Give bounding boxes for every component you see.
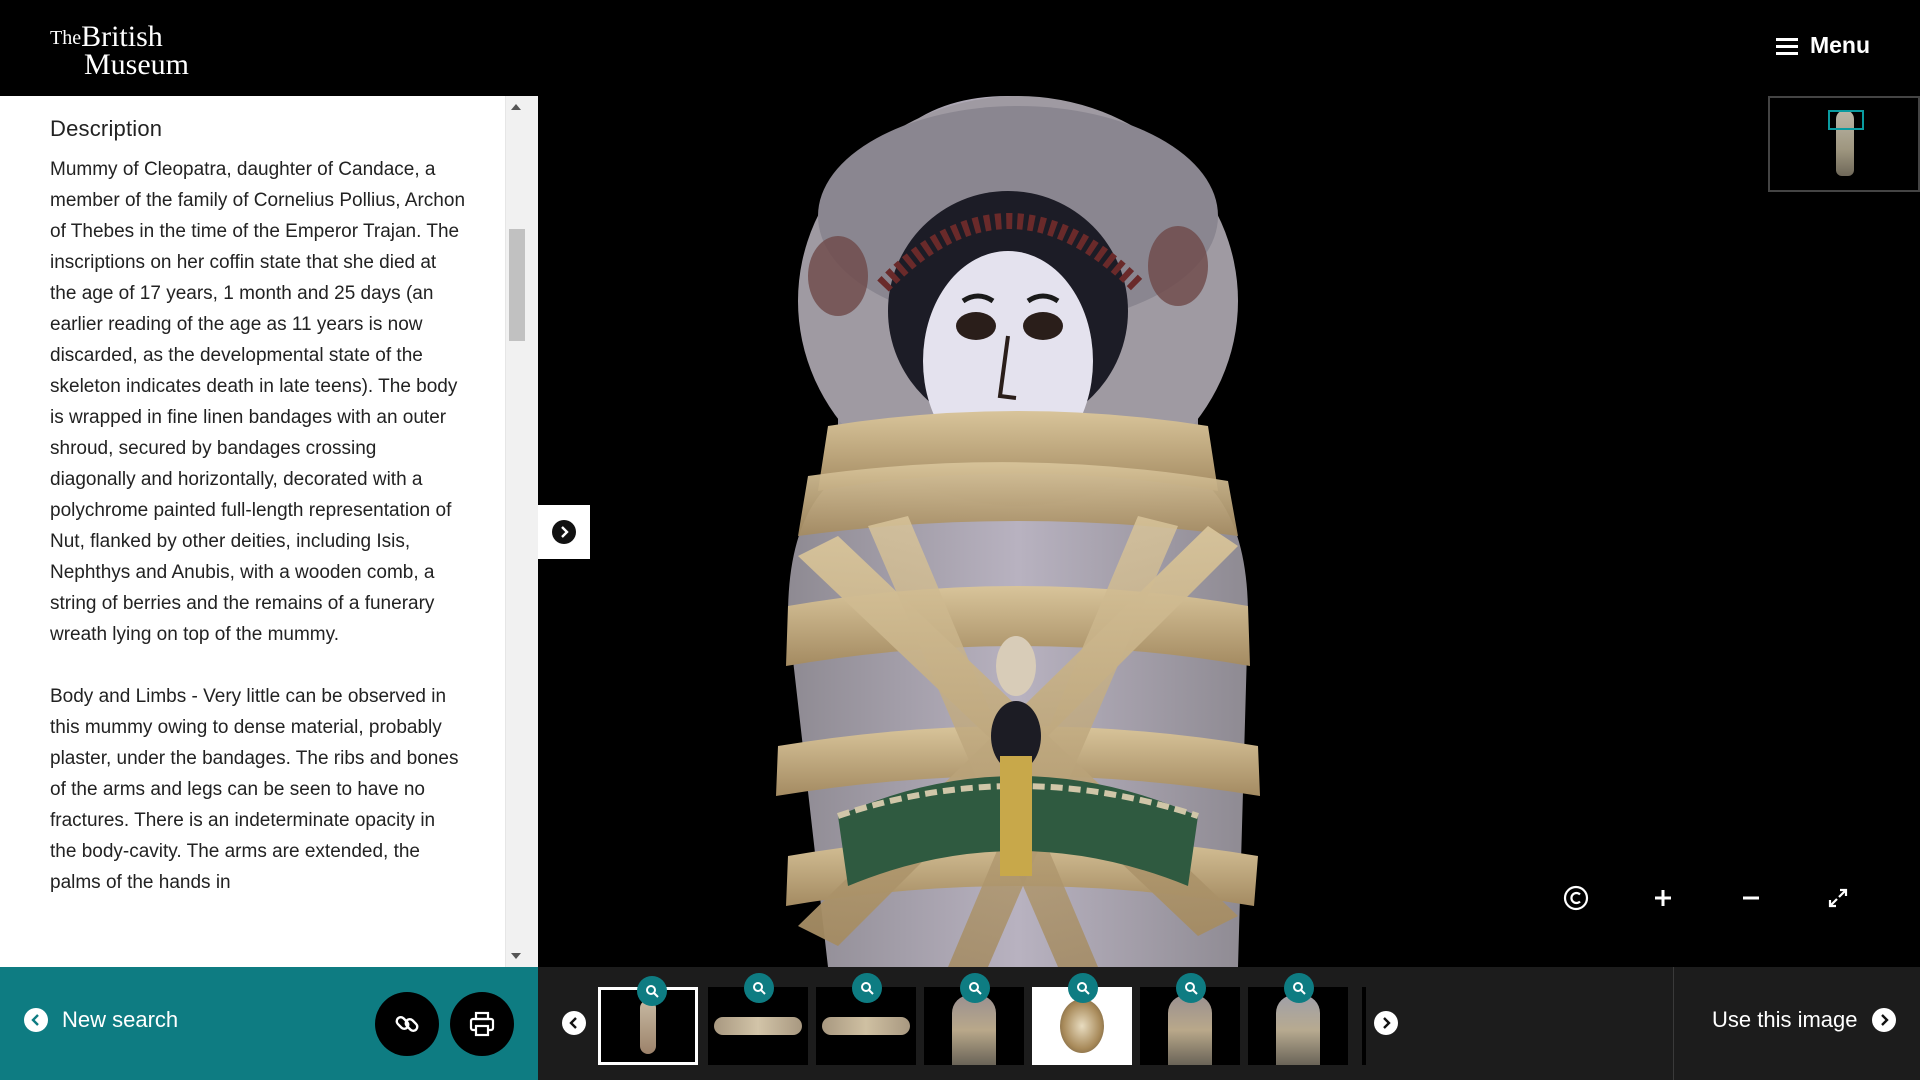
magnifier-icon (646, 985, 659, 998)
magnifier-icon (1185, 982, 1198, 995)
chevron-left-icon (24, 1008, 48, 1032)
zoom-out-button[interactable] (1733, 880, 1769, 916)
copy-link-button[interactable] (375, 992, 439, 1056)
fullscreen-icon (1828, 888, 1848, 908)
thumbnail-2[interactable] (708, 973, 808, 1065)
british-museum-logo[interactable]: TheBritish Museum (50, 22, 189, 80)
description-panel[interactable]: Description Mummy of Cleopatra, daughter… (0, 96, 538, 967)
description-heading: Description (50, 116, 163, 141)
action-bar: New search (0, 967, 538, 1080)
thumbnail-1[interactable] (598, 976, 698, 1065)
zoom-out-icon (1743, 896, 1759, 900)
thumbnails-next-button[interactable] (1374, 1011, 1398, 1035)
zoom-badge[interactable] (852, 973, 882, 1003)
site-header: TheBritish Museum Menu (0, 0, 1920, 96)
print-button[interactable] (450, 992, 514, 1056)
description-scrollbar[interactable] (505, 96, 538, 967)
image-viewer[interactable] (538, 96, 1920, 967)
use-this-image-button[interactable]: Use this image (1712, 1007, 1896, 1033)
magnifier-icon (969, 982, 982, 995)
description-paragraph-2: Body and Limbs - Very little can be obse… (50, 686, 459, 893)
thumbnail-6[interactable] (1140, 973, 1240, 1065)
use-image-panel: Use this image (1673, 967, 1920, 1080)
magnifier-icon (753, 982, 766, 995)
navigator-viewport[interactable] (1828, 110, 1864, 130)
zoom-badge[interactable] (744, 973, 774, 1003)
link-icon (395, 1016, 419, 1032)
description-paragraph-1: Mummy of Cleopatra, daughter of Candace,… (50, 159, 466, 645)
scroll-up-arrow-icon[interactable] (511, 104, 521, 110)
zoom-in-icon (1655, 890, 1671, 906)
new-search-label: New search (62, 1007, 179, 1032)
zoom-in-button[interactable] (1645, 880, 1681, 916)
magnifier-icon (1077, 982, 1090, 995)
mummy-image (776, 96, 1260, 967)
use-image-label: Use this image (1712, 1007, 1858, 1032)
zoom-badge[interactable] (1284, 973, 1314, 1003)
logo-the: The (50, 27, 82, 49)
menu-label: Menu (1809, 32, 1870, 58)
description-content: Description Mummy of Cleopatra, daughter… (50, 116, 465, 929)
image-navigator[interactable] (1768, 96, 1920, 192)
copyright-icon (1563, 885, 1589, 911)
thumbnail-5[interactable] (1032, 973, 1132, 1065)
thumbnail-7[interactable] (1248, 973, 1348, 1065)
copyright-button[interactable] (1558, 880, 1594, 916)
zoom-badge[interactable] (1068, 973, 1098, 1003)
menu-button[interactable]: Menu (1775, 32, 1870, 59)
chevron-left-icon (569, 1017, 577, 1029)
collapse-panel-button[interactable] (538, 505, 590, 559)
zoom-badge[interactable] (1176, 973, 1206, 1003)
zoom-badge[interactable] (637, 976, 667, 1006)
chevron-right-icon (1871, 1008, 1896, 1032)
magnifier-icon (1293, 982, 1306, 995)
fullscreen-button[interactable] (1820, 880, 1856, 916)
thumbnail-4[interactable] (924, 973, 1024, 1065)
zoom-badge[interactable] (960, 973, 990, 1003)
thumbnail-3[interactable] (816, 973, 916, 1065)
magnifier-icon (861, 982, 874, 995)
thumbnail-overflow-edge (1362, 987, 1366, 1065)
logo-museum: Museum (84, 48, 189, 81)
scrollbar-thumb[interactable] (509, 229, 525, 341)
chevron-right-icon (552, 520, 576, 544)
new-search-button[interactable]: New search (24, 1007, 178, 1033)
thumbnail-strip (538, 967, 1673, 1080)
printer-icon (469, 1011, 495, 1037)
thumbnails-prev-button[interactable] (562, 1011, 586, 1035)
hamburger-icon (1775, 37, 1798, 55)
chevron-right-icon (1383, 1017, 1391, 1029)
scroll-down-arrow-icon[interactable] (511, 953, 521, 959)
